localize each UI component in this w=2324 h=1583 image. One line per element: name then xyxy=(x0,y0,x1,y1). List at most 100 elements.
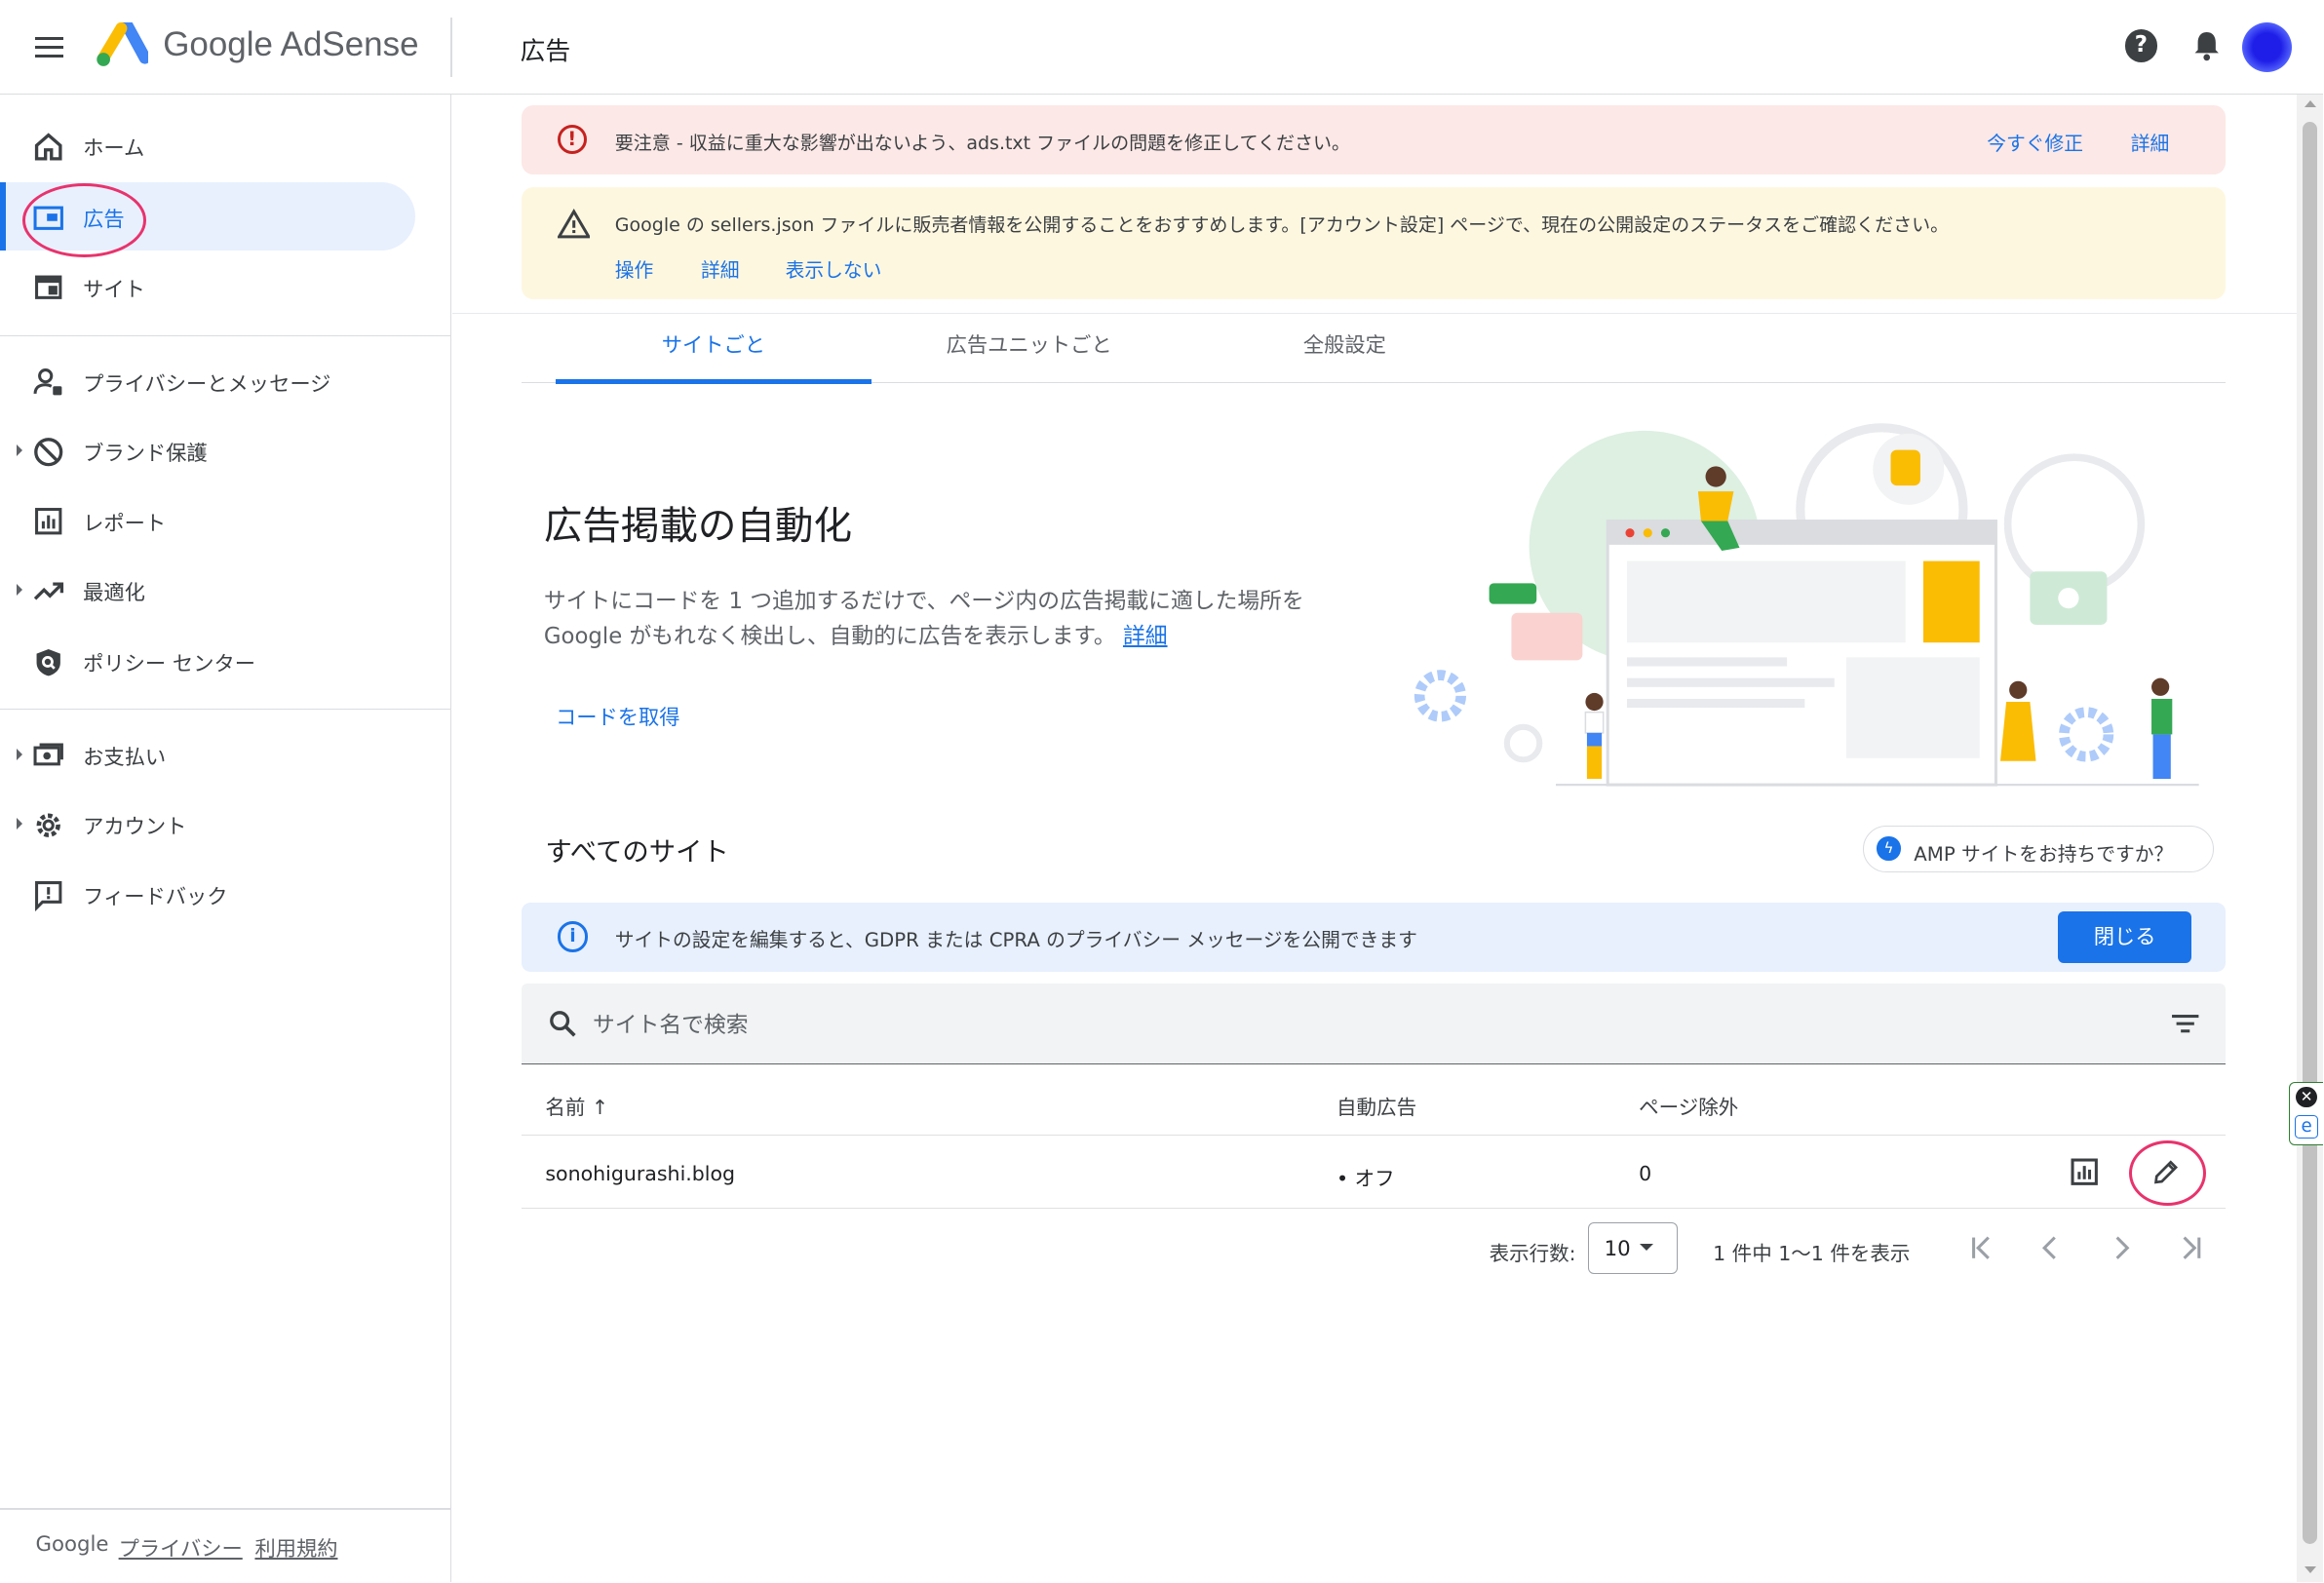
sidebar-item-label: アカウント xyxy=(83,815,187,840)
expand-caret-icon xyxy=(16,583,22,596)
browser-extension-widget: ✕ e xyxy=(2289,1081,2324,1146)
home-icon xyxy=(35,133,62,161)
site-report-icon[interactable] xyxy=(2070,1157,2099,1186)
privacy-icon xyxy=(33,368,62,396)
nav-divider xyxy=(0,708,451,711)
search-icon xyxy=(550,1011,577,1037)
scroll-down-icon[interactable] xyxy=(2304,1565,2316,1573)
tab-bar: サイトごと 広告ユニットごと 全般設定 xyxy=(522,317,2227,384)
next-page-icon[interactable] xyxy=(2107,1233,2136,1262)
sidebar-item-label: ホーム xyxy=(83,136,145,162)
warning-icon xyxy=(557,209,590,239)
previous-page-icon[interactable] xyxy=(2035,1233,2065,1262)
sidebar-item-label: ポリシー センター xyxy=(83,652,255,677)
site-search-input[interactable] xyxy=(589,1006,1929,1045)
extension-icon[interactable]: e xyxy=(2294,1115,2319,1139)
auto-ads-details-link[interactable]: 詳細 xyxy=(1123,624,1168,649)
page-title: 広告 xyxy=(520,36,571,66)
notifications-icon[interactable] xyxy=(2190,29,2223,61)
warning-action-link[interactable]: 操作 xyxy=(615,254,654,283)
amp-sites-chip[interactable]: ϟ AMP サイトをお持ちですか？ xyxy=(1862,825,2214,873)
footer-privacy-link[interactable]: プライバシー xyxy=(119,1532,243,1563)
adsense-logo-icon xyxy=(97,21,148,66)
sidebar-item-label: サイト xyxy=(83,277,145,302)
sidebar-item-label: お支払い xyxy=(83,745,167,770)
annotation-circle xyxy=(21,183,147,258)
sidebar-item-payments[interactable]: お支払い xyxy=(0,720,415,789)
ads-txt-error-alert: ! 要注意 - 収益に重大な影響が出ないよう、ads.txt ファイルの問題を修… xyxy=(522,104,2227,175)
help-icon[interactable]: ? xyxy=(2124,29,2158,62)
nav-divider xyxy=(0,334,451,337)
warning-message: Google の sellers.json ファイルに販売者情報を公開することを… xyxy=(614,213,1950,236)
sites-table-header: 名前 ↑ 自動広告 ページ除外 xyxy=(522,1065,2227,1137)
table-pagination: 表示行数: 10 1 件中 1〜1 件を表示 xyxy=(522,1220,2226,1280)
annotation-circle xyxy=(2129,1140,2207,1207)
sidebar-nav: ホーム 広告 サイト プライバシーとメッセージ ブランド保護 レポート 最適化 … xyxy=(0,95,452,1583)
block-icon xyxy=(34,437,63,467)
auto-ads-description-text: サイトにコードを 1 つ追加するだけで、ページ内の広告掲載に適した場所を Goo… xyxy=(543,588,1304,650)
page-exclusions-cell: 0 xyxy=(1639,1161,1652,1185)
close-icon[interactable]: ✕ xyxy=(2296,1087,2317,1108)
app-root: Google AdSense 広告 ? ホーム 広告 サイト プライバシーとメッ… xyxy=(0,0,2324,1583)
footer-google: Google xyxy=(35,1531,109,1557)
get-code-link[interactable]: コードを取得 xyxy=(556,701,680,731)
bolt-icon: ϟ xyxy=(1877,836,1901,861)
tab-global-settings[interactable]: 全般設定 xyxy=(1187,317,1503,382)
sidebar-item-label: 最適化 xyxy=(83,581,145,606)
main-content: ! 要注意 - 収益に重大な影響が出ないよう、ads.txt ファイルの問題を修… xyxy=(451,95,2297,1582)
sidebar-item-sites[interactable]: サイト xyxy=(0,251,415,320)
first-page-icon[interactable] xyxy=(1966,1233,1995,1262)
rows-per-page-select[interactable]: 10 xyxy=(1588,1221,1678,1275)
menu-icon[interactable] xyxy=(32,32,67,58)
rows-per-page-label: 表示行数: xyxy=(1489,1242,1576,1266)
close-banner-button[interactable]: 閉じる xyxy=(2058,910,2192,963)
sidebar-item-label: レポート xyxy=(83,511,167,536)
error-details-link[interactable]: 詳細 xyxy=(2131,128,2170,156)
site-name-cell: sonohigurashi.blog xyxy=(545,1161,736,1185)
filter-icon[interactable] xyxy=(2169,1012,2201,1035)
pagination-range: 1 件中 1〜1 件を表示 xyxy=(1713,1242,1911,1266)
sidebar-item-feedback[interactable]: フィードバック xyxy=(0,860,415,928)
warning-dismiss-link[interactable]: 表示しない xyxy=(786,254,882,283)
error-icon: ! xyxy=(557,124,587,155)
policy-icon xyxy=(36,648,61,676)
gear-icon xyxy=(36,813,61,837)
sidebar-item-reports[interactable]: レポート xyxy=(0,486,415,555)
top-app-bar: Google AdSense 広告 ? xyxy=(0,0,2324,95)
scroll-up-icon[interactable] xyxy=(2304,100,2316,108)
column-header-auto-ads: 自動広告 xyxy=(1336,1095,1417,1119)
table-row: sonohigurashi.blog • オフ 0 xyxy=(522,1137,2227,1209)
footer-terms-link[interactable]: 利用規約 xyxy=(254,1532,337,1563)
feedback-icon xyxy=(35,881,62,911)
last-page-icon[interactable] xyxy=(2177,1233,2206,1262)
sidebar-item-home[interactable]: ホーム xyxy=(0,111,415,179)
warning-details-link[interactable]: 詳細 xyxy=(701,254,740,283)
sites-icon xyxy=(35,275,62,300)
product-name: Google AdSense xyxy=(163,24,419,63)
amp-chip-label: AMP サイトをお持ちですか？ xyxy=(1914,842,2174,866)
sidebar-item-policy-center[interactable]: ポリシー センター xyxy=(0,627,415,695)
column-header-page-exclusions: ページ除外 xyxy=(1639,1095,1739,1119)
auto-ads-status-cell: • オフ xyxy=(1336,1166,1395,1190)
page-scrollbar[interactable] xyxy=(2297,95,2324,1583)
error-message: 要注意 - 収益に重大な影響が出ないよう、ads.txt ファイルの問題を修正し… xyxy=(614,133,1351,155)
sidebar-item-label: プライバシーとメッセージ xyxy=(83,371,331,397)
sellers-json-warning-alert: Google の sellers.json ファイルに販売者情報を公開することを… xyxy=(522,186,2227,300)
topbar-divider xyxy=(450,18,452,78)
tab-by-ad-unit[interactable]: 広告ユニットごと xyxy=(872,317,1187,382)
account-avatar[interactable] xyxy=(2241,21,2293,73)
all-sites-heading: すべてのサイト xyxy=(545,837,729,869)
sidebar-item-brand-safety[interactable]: ブランド保護 xyxy=(0,416,415,484)
tab-by-site[interactable]: サイトごと xyxy=(555,317,872,384)
expand-caret-icon xyxy=(16,444,22,456)
sidebar-item-account[interactable]: アカウント xyxy=(0,790,415,858)
privacy-info-banner: i サイトの設定を編集すると、GDPR または CPRA のプライバシー メッセ… xyxy=(522,902,2227,973)
scroll-thumb[interactable] xyxy=(2303,121,2318,1544)
column-header-name[interactable]: 名前 ↑ xyxy=(545,1091,608,1120)
fix-now-link[interactable]: 今すぐ修正 xyxy=(1987,128,2083,156)
footer-divider xyxy=(0,1508,451,1510)
sidebar-item-privacy[interactable]: プライバシーとメッセージ xyxy=(0,347,415,415)
auto-ads-title: 広告掲載の自動化 xyxy=(543,503,852,549)
expand-caret-icon xyxy=(16,748,22,760)
sidebar-item-optimization[interactable]: 最適化 xyxy=(0,556,415,624)
